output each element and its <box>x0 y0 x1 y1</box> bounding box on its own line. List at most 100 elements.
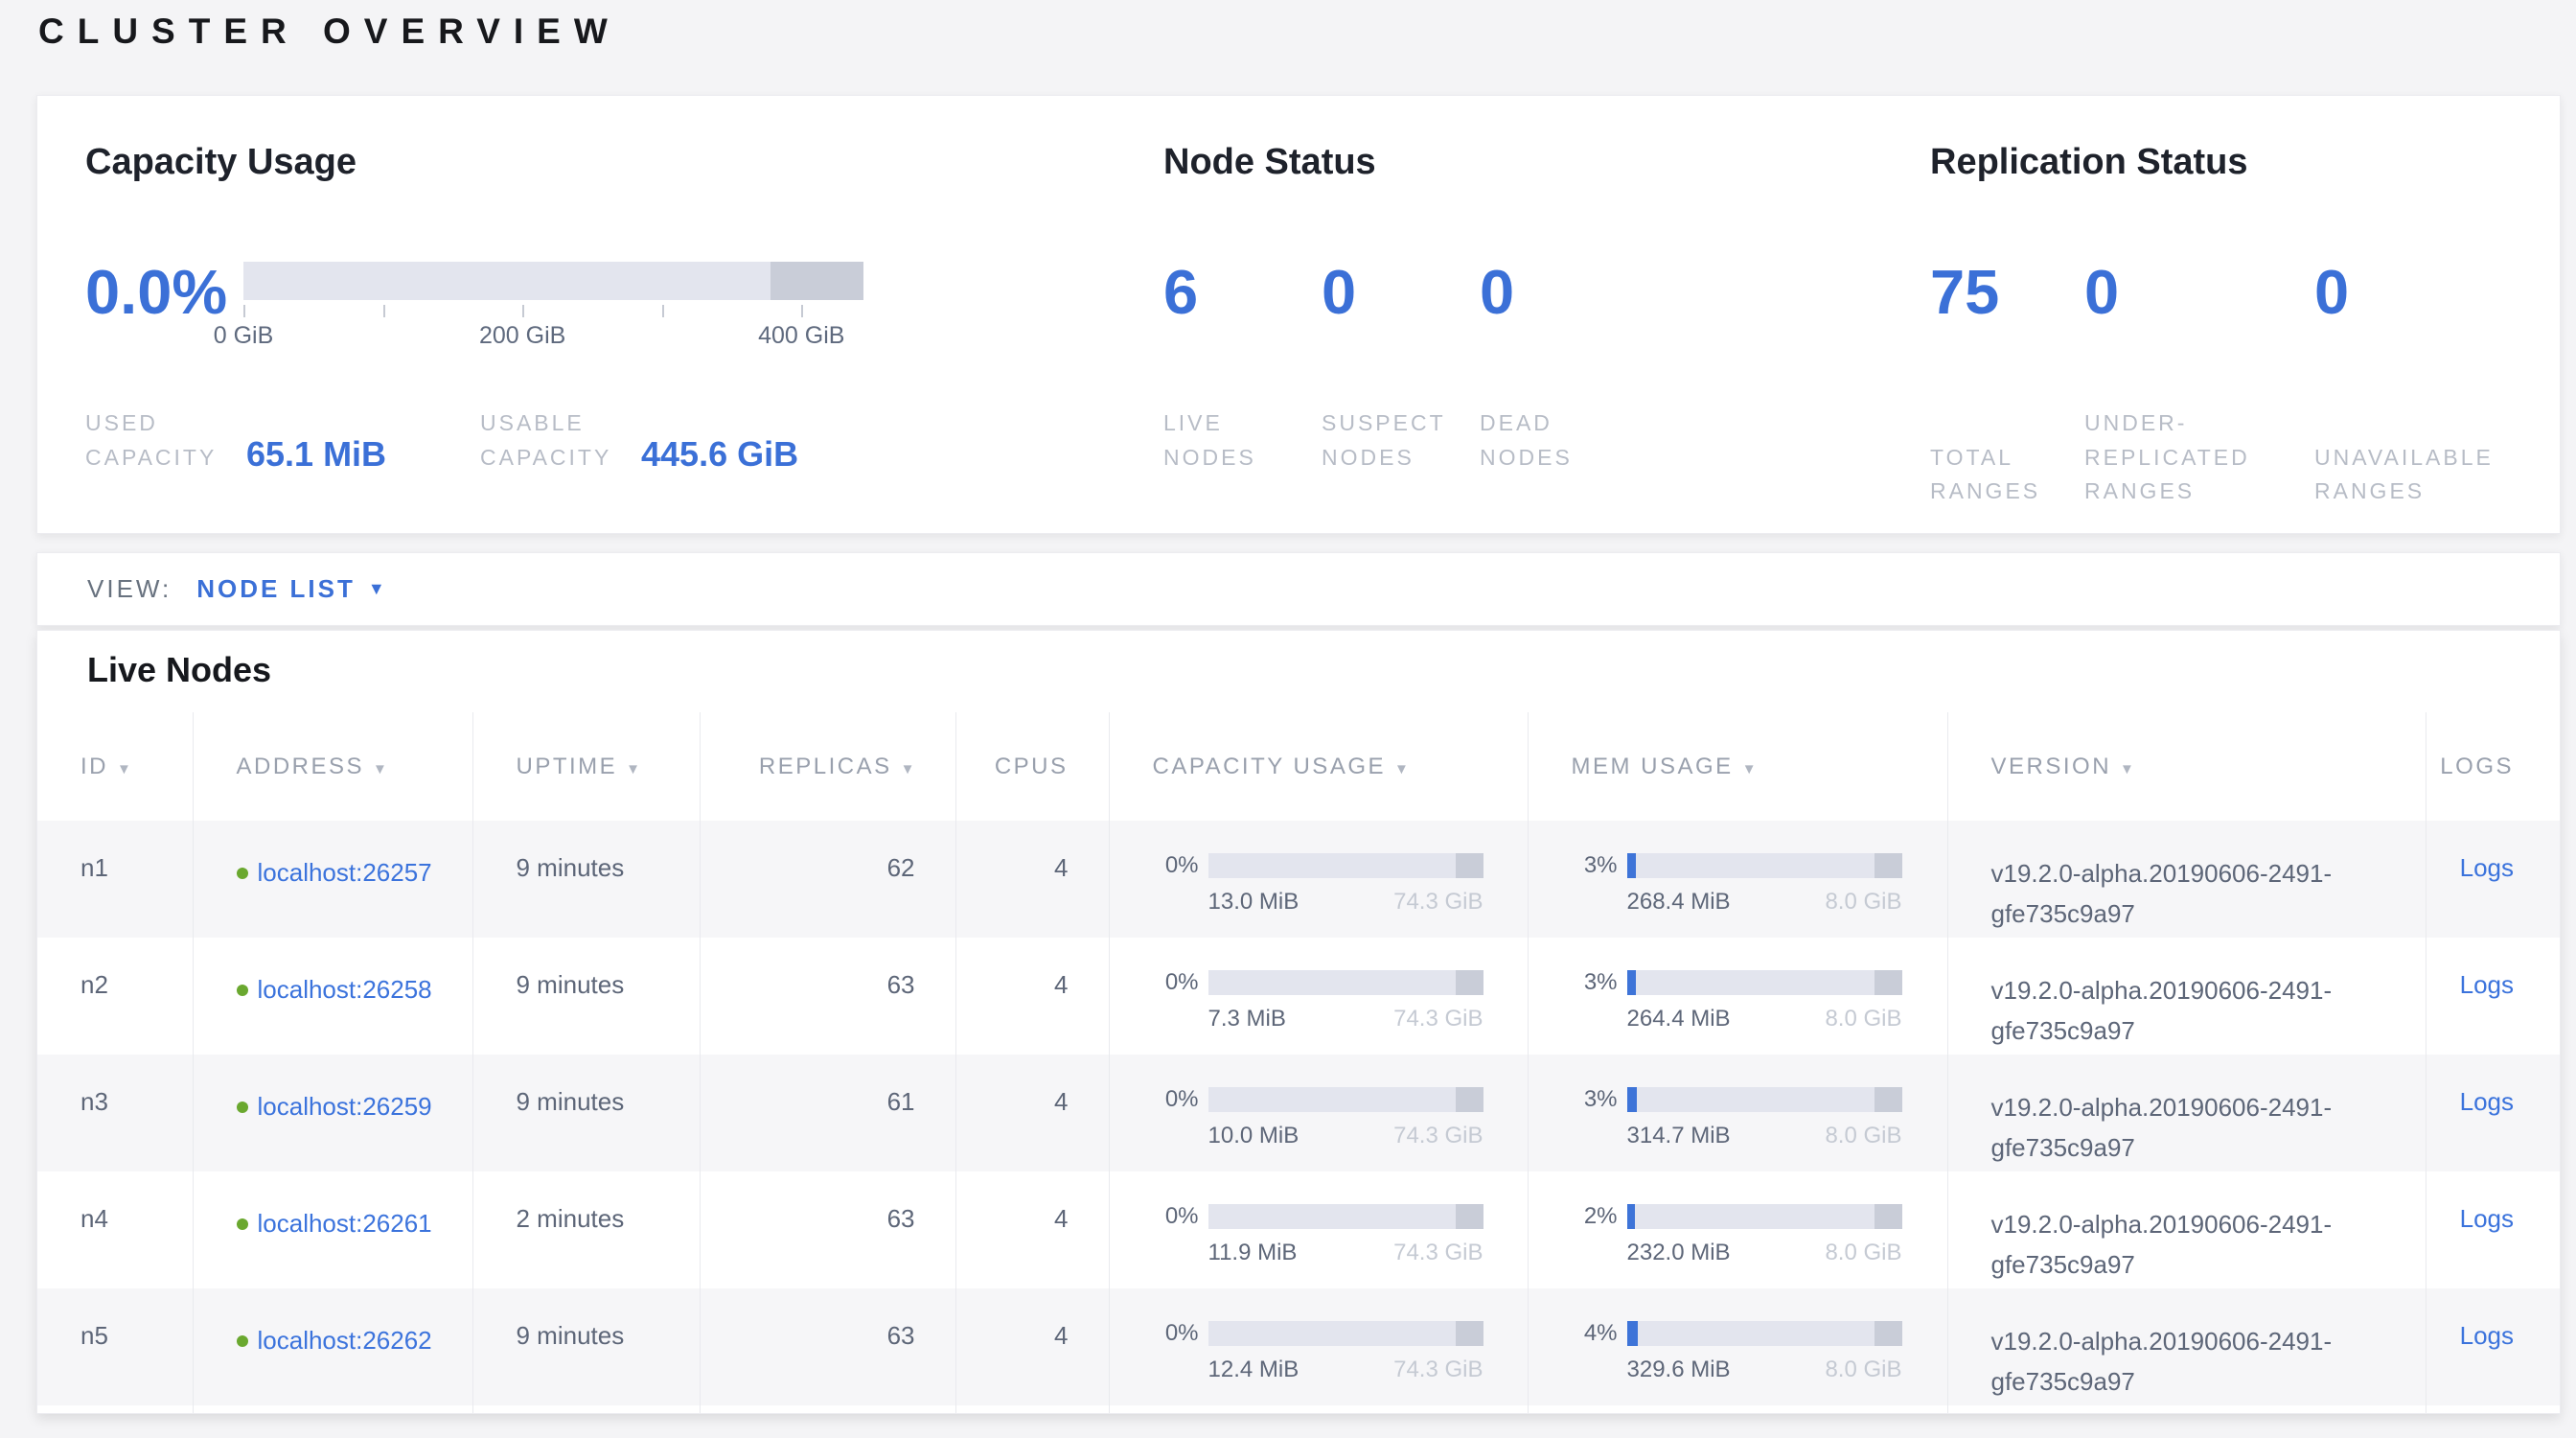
column-header-label: VERSION <box>1991 754 2112 779</box>
cell-address: localhost:26259 <box>193 1055 472 1171</box>
capacity-bar-reserved <box>1456 970 1484 995</box>
live-node-status-dot <box>237 1218 248 1230</box>
capacity-total-value: 74.3 GiB <box>1393 1357 1483 1384</box>
capacity-used-value: 7.3 MiB <box>1208 1006 1286 1033</box>
node-stat-label-box: DEAD NODES <box>1480 406 1638 475</box>
capacity-used-value: 13.0 MiB <box>1208 889 1300 916</box>
cluster-summary-card: Capacity Usage 0.0% 0 GiB200 GiB400 GiB … <box>36 95 2561 534</box>
capacity-bar-track <box>1208 970 1484 995</box>
capacity-usage-bar: 13.0 MiB74.3 GiB <box>1208 853 1484 916</box>
cell-version: v19.2.0-alpha.20190606-2491-gfe735c9a97 <box>1947 938 2426 1055</box>
memory-usage-percent: 3% <box>1572 970 1618 1033</box>
node-status-labels: LIVE NODESSUSPECT NODESDEAD NODES <box>1163 406 1638 475</box>
cell-empty <box>700 1405 955 1414</box>
logs-link[interactable]: Logs <box>2460 853 2514 882</box>
cell-version: v19.2.0-alpha.20190606-2491-gfe735c9a97 <box>1947 1171 2426 1288</box>
capacity-usage-values: 11.9 MiB74.3 GiB <box>1208 1240 1484 1267</box>
cell-version: v19.2.0-alpha.20190606-2491-gfe735c9a97 <box>1947 1055 2426 1171</box>
column-header-memory[interactable]: MEM USAGE▼ <box>1528 712 1947 821</box>
memory-bar-reserved <box>1874 970 1902 995</box>
replication-stat-number: 0 <box>2084 261 2314 323</box>
memory-usage-bar: 264.4 MiB8.0 GiB <box>1627 970 1902 1033</box>
axis-tick <box>522 305 524 317</box>
sort-descending-icon: ▼ <box>901 761 915 777</box>
node-address-link[interactable]: localhost:26259 <box>258 1092 432 1121</box>
cell-uptime: 9 minutes <box>472 1288 700 1405</box>
memory-total-value: 8.0 GiB <box>1825 1123 1901 1150</box>
logs-link[interactable]: Logs <box>2460 1087 2514 1116</box>
capacity-total-value: 74.3 GiB <box>1393 1123 1483 1150</box>
column-header-label: UPTIME <box>517 754 618 779</box>
cell-empty <box>955 1405 1109 1414</box>
node-address-link[interactable]: localhost:26262 <box>258 1326 432 1355</box>
cell-memory: 3%268.4 MiB8.0 GiB <box>1528 821 1947 938</box>
memory-total-value: 8.0 GiB <box>1825 1240 1901 1267</box>
capacity-usage: 0%12.4 MiB74.3 GiB <box>1153 1321 1528 1384</box>
memory-usage-bar: 268.4 MiB8.0 GiB <box>1627 853 1902 916</box>
replication-stat-value: 0 <box>2314 261 2540 323</box>
capacity-total-value: 74.3 GiB <box>1393 1006 1483 1033</box>
cell-address: localhost:26261 <box>193 1171 472 1288</box>
axis-tick-label: 0 GiB <box>214 322 274 350</box>
capacity-stat-label: USED CAPACITY <box>85 406 241 475</box>
cell-cpus: 4 <box>955 938 1109 1055</box>
memory-bar-reserved <box>1874 853 1902 878</box>
column-header-id[interactable]: ID▼ <box>37 712 193 821</box>
column-header-replicas[interactable]: REPLICAS▼ <box>700 712 955 821</box>
node-stat-label-box: LIVE NODES <box>1163 406 1322 475</box>
capacity-usage-bar: 12.4 MiB74.3 GiB <box>1208 1321 1484 1384</box>
node-address-link[interactable]: localhost:26257 <box>258 858 432 887</box>
node-status-title: Node Status <box>1163 142 1376 183</box>
capacity-bar-reserved <box>1456 1204 1484 1229</box>
memory-used-value: 264.4 MiB <box>1627 1006 1731 1033</box>
capacity-usage-values: 7.3 MiB 74.3 GiB <box>1208 1006 1484 1033</box>
memory-usage-bar: 232.0 MiB8.0 GiB <box>1627 1204 1902 1267</box>
node-stat-label: LIVE NODES <box>1163 406 1293 475</box>
cell-logs: Logs <box>2426 1055 2561 1171</box>
cell-node-id: n1 <box>37 821 193 938</box>
chevron-down-icon: ▼ <box>368 579 385 599</box>
cell-empty <box>37 1405 193 1414</box>
view-dropdown[interactable]: NODE LIST ▼ <box>196 574 385 604</box>
cell-address: localhost:26258 <box>193 938 472 1055</box>
memory-usage: 4%329.6 MiB8.0 GiB <box>1572 1321 1947 1384</box>
logs-link[interactable]: Logs <box>2460 1321 2514 1350</box>
column-header-address[interactable]: ADDRESS▼ <box>193 712 472 821</box>
logs-link[interactable]: Logs <box>2460 1204 2514 1233</box>
capacity-usage-bar: 11.9 MiB74.3 GiB <box>1208 1204 1484 1267</box>
memory-bar-track <box>1627 970 1902 995</box>
cell-logs: Logs <box>2426 821 2561 938</box>
axis-tick-label: 400 GiB <box>758 322 844 350</box>
memory-used-value: 329.6 MiB <box>1627 1357 1731 1384</box>
cell-capacity: 0%11.9 MiB74.3 GiB <box>1109 1171 1528 1288</box>
capacity-bar-track <box>1208 1321 1484 1346</box>
node-address-link[interactable]: localhost:26258 <box>258 975 432 1004</box>
column-header-uptime[interactable]: UPTIME▼ <box>472 712 700 821</box>
replication-stat-label-box: TOTAL RANGES <box>1930 441 2084 509</box>
table-row: n3localhost:262599 minutes6140%10.0 MiB7… <box>37 1055 2561 1171</box>
replication-stat-value: 75 <box>1930 261 2084 323</box>
table-header-row: ID▼ADDRESS▼UPTIME▼REPLICAS▼CPUSCAPACITY … <box>37 712 2561 821</box>
table-row: n2localhost:262589 minutes6340%7.3 MiB74… <box>37 938 2561 1055</box>
capacity-total-value: 74.3 GiB <box>1393 1240 1483 1267</box>
capacity-usage-values: 13.0 MiB74.3 GiB <box>1208 889 1484 916</box>
logs-link[interactable]: Logs <box>2460 970 2514 999</box>
cell-uptime: 2 minutes <box>472 1171 700 1288</box>
memory-bar-fill <box>1627 970 1636 995</box>
column-header-version[interactable]: VERSION ▼ <box>1947 712 2426 821</box>
capacity-bar-track <box>243 262 863 300</box>
node-address-link[interactable]: localhost:26261 <box>258 1209 432 1238</box>
cell-logs: Logs <box>2426 938 2561 1055</box>
capacity-usage-percent: 0% <box>1153 853 1199 916</box>
capacity-usage: 0%10.0 MiB74.3 GiB <box>1153 1087 1528 1150</box>
column-header-label: LOGS <box>2440 754 2514 779</box>
cell-cpus: 4 <box>955 1288 1109 1405</box>
capacity-stat-label: USABLE CAPACITY <box>480 406 635 475</box>
cell-capacity: 0%12.4 MiB74.3 GiB <box>1109 1288 1528 1405</box>
column-header-cpus: CPUS <box>955 712 1109 821</box>
sort-descending-icon: ▼ <box>2120 761 2134 777</box>
memory-usage-values: 314.7 MiB8.0 GiB <box>1627 1123 1902 1150</box>
capacity-usage-bar: 7.3 MiB 74.3 GiB <box>1208 970 1484 1033</box>
column-header-capacity[interactable]: CAPACITY USAGE▼ <box>1109 712 1528 821</box>
memory-bar-track <box>1627 853 1902 878</box>
